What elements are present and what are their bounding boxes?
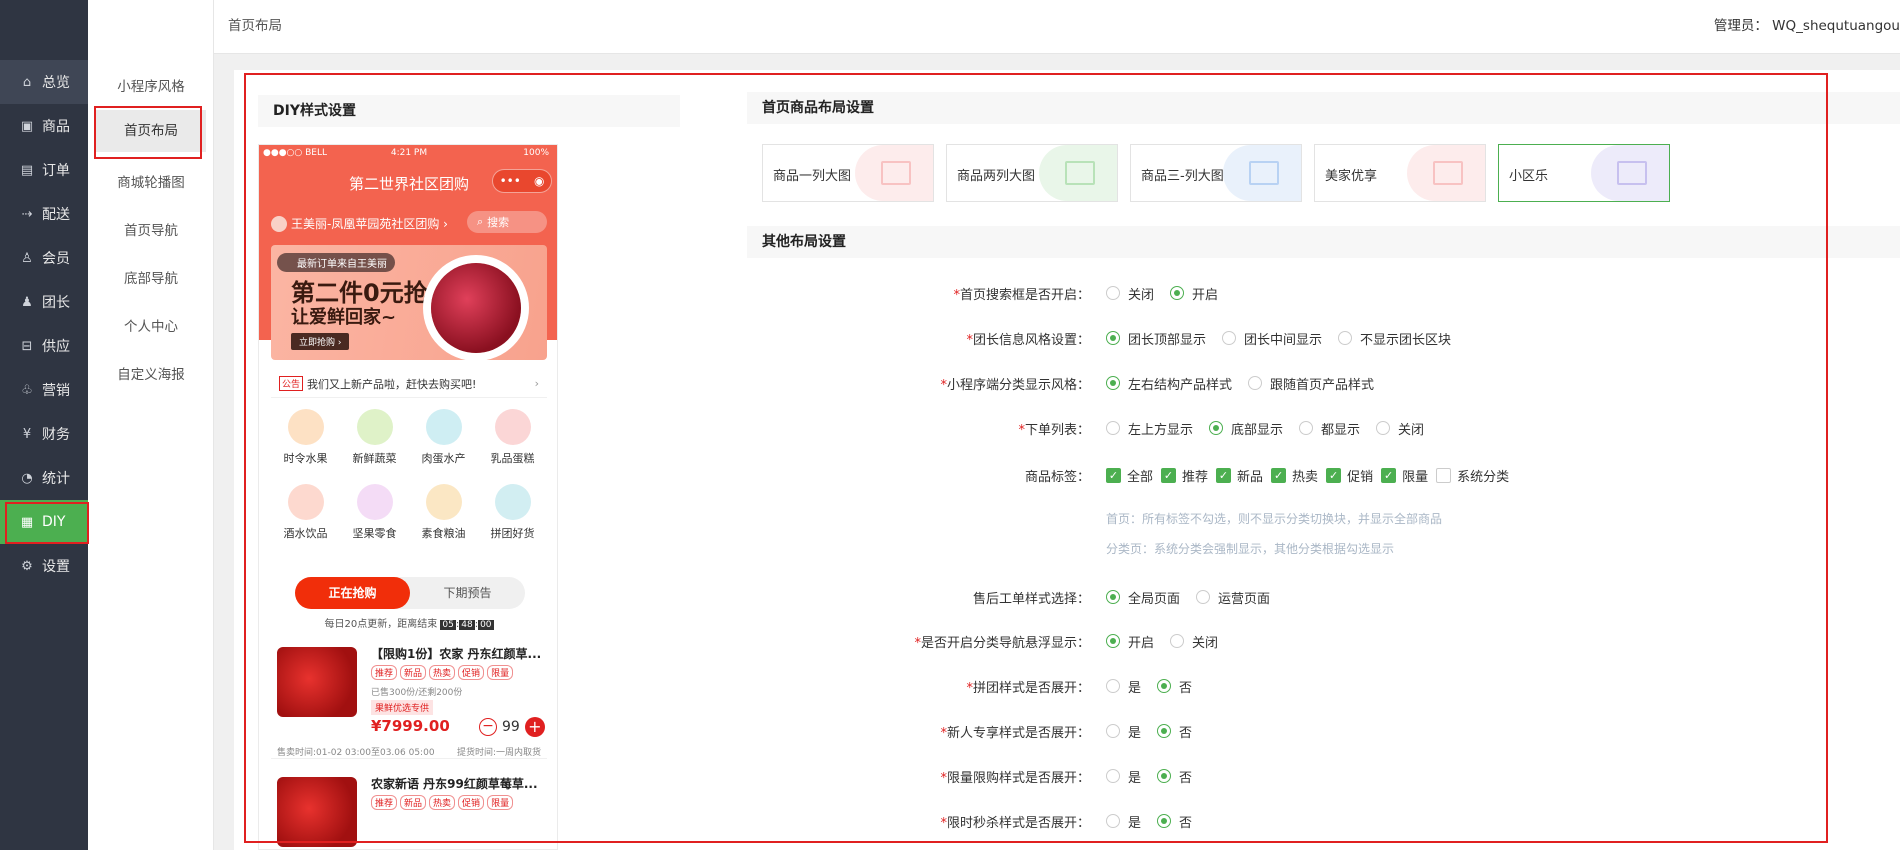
sidebar-item-label: 配送 (42, 207, 70, 223)
sidebar-item-11[interactable]: ⚙ 设置 (0, 544, 88, 588)
highlight-sidebar (5, 502, 89, 544)
highlight-main (244, 73, 1828, 843)
gear-icon: ⚙ (21, 558, 33, 574)
box-icon: ▣ (20, 118, 34, 134)
sidebar-item-label: 总览 (42, 75, 70, 91)
highlight-subnav (94, 106, 202, 159)
subnav-item-2[interactable]: 商城轮播图 (88, 171, 214, 191)
sidebar-item-label: 设置 (42, 559, 70, 575)
order-icon: ▤ (20, 162, 34, 178)
sidebar-item-2[interactable]: ▤ 订单 (0, 148, 88, 192)
sidebar-item-0[interactable]: ⌂ 总览 (0, 60, 88, 104)
top-bar: 首页布局 管理员： WQ_shequtuangou (214, 0, 1900, 54)
delivery-icon: ⇢ (21, 206, 33, 222)
sidebar-item-4[interactable]: ♙ 会员 (0, 236, 88, 280)
sidebar-item-3[interactable]: ⇢ 配送 (0, 192, 88, 236)
subnav-item-3[interactable]: 首页导航 (88, 219, 214, 239)
breadcrumb: 首页布局 (228, 18, 282, 34)
sidebar-item-1[interactable]: ▣ 商品 (0, 104, 88, 148)
sidebar-item-label: 商品 (42, 119, 70, 135)
user-icon: ♙ (21, 250, 33, 266)
sidebar-item-label: 会员 (42, 251, 70, 267)
home-icon: ⌂ (22, 74, 32, 90)
sidebar-item-label: 订单 (42, 163, 70, 179)
subnav-item-0[interactable]: 小程序风格 (88, 75, 214, 95)
admin-label: 管理员： WQ_shequtuangou (1713, 18, 1900, 34)
